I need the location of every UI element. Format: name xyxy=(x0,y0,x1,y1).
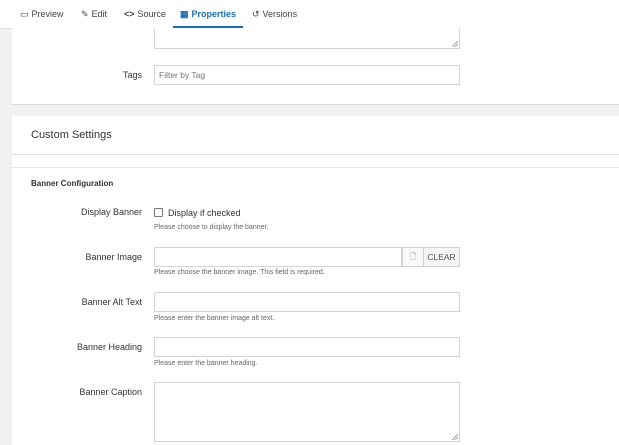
banner-alt-text-label: Banner Alt Text xyxy=(81,297,142,307)
tab-bar: ▭ Preview ✎ Edit <> Source ▦ Properties ↺ Ver… xyxy=(0,0,619,29)
monitor-icon: ▭ xyxy=(20,9,29,19)
banner-heading-label: Banner Heading xyxy=(76,342,142,352)
history-icon: ↺ xyxy=(252,9,260,19)
section-title: Banner Configuration xyxy=(31,179,114,188)
custom-settings-header: Custom Settings xyxy=(12,116,619,155)
tab-source[interactable]: <> Source xyxy=(124,0,166,28)
banner-alt-text-help: Please enter the banner image alt text. xyxy=(154,315,275,322)
tab-properties[interactable]: ▦ Properties xyxy=(173,0,243,28)
display-banner-label: Display Banner xyxy=(80,207,142,217)
properties-card: Tags xyxy=(12,28,619,105)
banner-image-clear-button[interactable]: CLEAR xyxy=(423,247,460,267)
tab-versions[interactable]: ↺ Versions xyxy=(252,0,297,28)
tab-preview-label: Preview xyxy=(31,9,64,19)
banner-image-label: Banner Image xyxy=(85,252,142,262)
banner-caption-textarea[interactable] xyxy=(154,382,460,442)
tab-edit-label: Edit xyxy=(91,9,108,19)
resize-handle-icon[interactable] xyxy=(452,434,458,440)
description-textarea[interactable] xyxy=(154,28,460,49)
display-banner-checkbox-label[interactable]: Display if checked xyxy=(168,208,241,218)
code-icon: <> xyxy=(124,9,135,19)
tags-filter-input[interactable] xyxy=(154,65,460,85)
display-banner-help: Please choose to display the banner. xyxy=(154,224,269,231)
banner-alt-text-input[interactable] xyxy=(154,292,460,312)
banner-heading-help: Please enter the banner heading. xyxy=(154,360,258,367)
properties-icon: ▦ xyxy=(179,9,189,19)
banner-heading-input[interactable] xyxy=(154,337,460,357)
custom-settings-title: Custom Settings xyxy=(31,129,112,141)
divider xyxy=(12,167,619,168)
banner-image-help: Please choose the banner image. This fie… xyxy=(154,269,325,276)
tab-versions-label: Versions xyxy=(262,9,298,19)
tab-preview[interactable]: ▭ Preview xyxy=(20,0,64,28)
file-browse-icon[interactable]: 🗋 xyxy=(402,247,424,267)
banner-image-input[interactable] xyxy=(154,247,402,267)
tags-label: Tags xyxy=(122,70,142,80)
tab-properties-label: Properties xyxy=(191,9,237,19)
display-banner-checkbox[interactable] xyxy=(154,208,163,217)
tab-source-label: Source xyxy=(137,9,167,19)
tab-edit[interactable]: ✎ Edit xyxy=(81,0,107,28)
resize-handle-icon[interactable] xyxy=(452,41,458,47)
banner-caption-label: Banner Caption xyxy=(79,387,142,397)
pencil-icon: ✎ xyxy=(81,9,89,19)
custom-settings-card: Custom Settings Banner Configuration Dis… xyxy=(12,116,619,445)
